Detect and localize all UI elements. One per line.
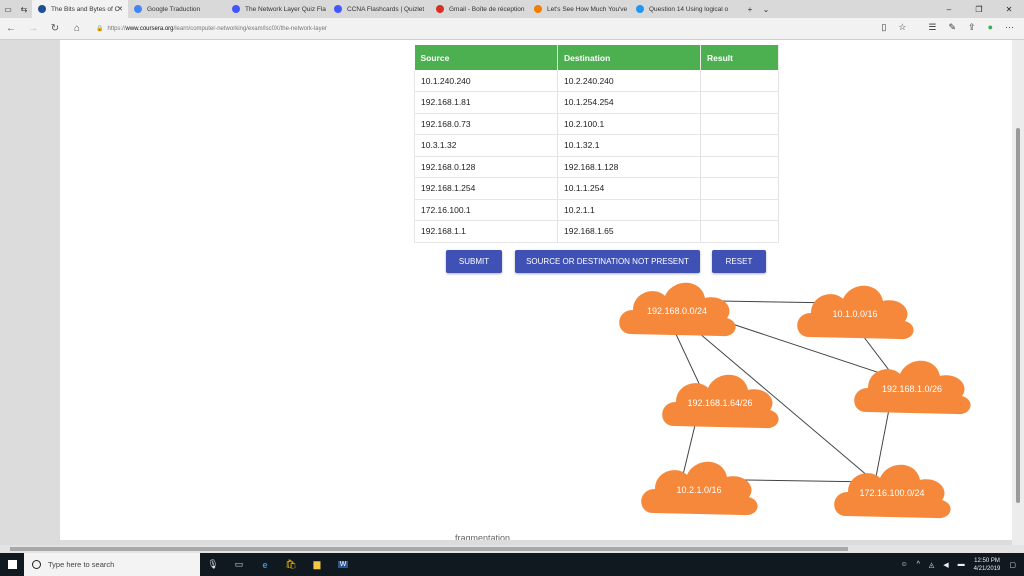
- network-diagram: 192.168.0.0/24 10.1.0.0/16 192.168.1.0/26 1…: [619, 282, 971, 519]
- set-aside-tabs-icon[interactable]: ▭: [0, 0, 16, 18]
- network-cloud-node[interactable]: 172.16.100.0/24: [834, 464, 951, 519]
- network-cloud-node[interactable]: 192.168.1.64/26: [662, 374, 779, 429]
- tab-favicon-icon: [232, 5, 240, 13]
- edge-icon[interactable]: e: [252, 553, 278, 576]
- reading-view-icon[interactable]: ▯: [881, 22, 886, 33]
- browser-toolbar-icons: ▯ ☆ ☰ ✎ ⇪ ● ···: [881, 22, 1014, 33]
- hscrollbar-thumb[interactable]: [10, 547, 848, 551]
- new-tab-button[interactable]: +: [742, 0, 758, 18]
- tab-preview-icon[interactable]: ⇆: [16, 0, 32, 18]
- network-cloud-node[interactable]: 192.168.0.0/24: [619, 282, 736, 337]
- action-center-icon[interactable]: ▢: [1009, 561, 1016, 569]
- vertical-scrollbar[interactable]: [1012, 40, 1024, 545]
- tab-title: The Bits and Bytes of C: [51, 5, 120, 13]
- cortana-icon: [32, 560, 41, 569]
- tab-favicon-icon: [38, 5, 46, 13]
- browser-tab[interactable]: Google Traduction: [128, 0, 226, 18]
- url-host: www.coursera.org: [125, 25, 174, 32]
- tab-favicon-icon: [334, 5, 342, 13]
- tab-favicon-icon: [134, 5, 142, 13]
- microphone-icon[interactable]: 🎙: [200, 553, 226, 576]
- horizontal-scrollbar[interactable]: [0, 545, 1024, 553]
- tab-title: Let's See How Much You've: [547, 5, 628, 13]
- scrollbar-thumb[interactable]: [1016, 128, 1020, 503]
- browser-tab[interactable]: The Network Layer Quiz Fla: [226, 0, 328, 18]
- store-icon[interactable]: 🛍: [278, 553, 304, 576]
- window-controls: – ❐ ✕: [934, 5, 1024, 14]
- people-icon[interactable]: ☺: [900, 561, 907, 568]
- network-icon[interactable]: ◬: [929, 561, 934, 569]
- clock-time: 12:50 PM: [974, 557, 1000, 564]
- search-placeholder: Type here to search: [48, 560, 115, 569]
- close-window-button[interactable]: ✕: [994, 5, 1024, 14]
- favorites-hub-icon[interactable]: ☰: [928, 22, 936, 33]
- network-clouds: 192.168.0.0/24 10.1.0.0/16 192.168.1.0/26 1…: [619, 282, 971, 519]
- network-cloud-node[interactable]: 192.168.1.0/26: [854, 360, 971, 415]
- clock[interactable]: 12:50 PM 4/21/2019: [974, 557, 1001, 573]
- volume-icon[interactable]: ◀: [943, 561, 948, 569]
- extension-icon[interactable]: ●: [988, 22, 993, 33]
- browser-tab-bar: ▭ ⇆ The Bits and Bytes of C ✕ Google Tradu…: [0, 0, 1024, 18]
- cloud-label: 192.168.0.0/24: [647, 306, 707, 316]
- cloud-label: 192.168.1.64/26: [687, 398, 752, 408]
- browser-tab[interactable]: Question 14 Using logical o: [630, 0, 742, 18]
- tab-list-chevron-icon[interactable]: ⌄: [758, 0, 774, 18]
- address-bar: ← → ↻ ⌂ 🔒 https://www.coursera.org/learn…: [0, 18, 1024, 40]
- page-content: Source Destination Result 10.1.240.240 10…: [60, 40, 1012, 540]
- tab-title: Google Traduction: [147, 5, 201, 13]
- minimize-button[interactable]: –: [934, 5, 964, 14]
- word-icon[interactable]: W: [330, 553, 356, 576]
- home-button[interactable]: ⌂: [66, 23, 88, 34]
- share-icon[interactable]: ⇪: [968, 22, 976, 33]
- windows-taskbar: Type here to search 🎙 ▭ e 🛍 ▆ W ☺ ^ ◬ ◀ …: [0, 553, 1024, 576]
- battery-icon[interactable]: ▬: [958, 561, 965, 568]
- favorite-star-icon[interactable]: ☆: [898, 22, 906, 33]
- cloud-label: 172.16.100.0/24: [859, 488, 924, 498]
- tabs-list: The Bits and Bytes of C ✕ Google Traductio…: [32, 0, 742, 18]
- cloud-label: 10.2.1.0/16: [676, 485, 721, 495]
- close-tab-icon[interactable]: ✕: [117, 5, 123, 13]
- network-cloud-node[interactable]: 10.1.0.0/16: [797, 285, 914, 340]
- browser-tab[interactable]: Gmail - Boîte de réception: [430, 0, 528, 18]
- taskbar-search-box[interactable]: Type here to search: [24, 553, 200, 576]
- back-button[interactable]: ←: [0, 23, 22, 34]
- show-hidden-icons-chevron[interactable]: ^: [917, 561, 920, 568]
- tab-title: The Network Layer Quiz Fla: [245, 5, 326, 13]
- lock-icon: 🔒: [96, 26, 104, 32]
- refresh-button[interactable]: ↻: [44, 23, 66, 34]
- clock-date: 4/21/2019: [973, 565, 1001, 572]
- system-tray: ☺ ^ ◬ ◀ ▬ 12:50 PM 4/21/2019 ▢: [900, 557, 1024, 573]
- cloud-label: 192.168.1.0/26: [882, 384, 942, 394]
- tab-favicon-icon: [636, 5, 644, 13]
- windows-logo-icon: [7, 560, 17, 569]
- tab-favicon-icon: [436, 5, 444, 13]
- more-menu-icon[interactable]: ···: [1005, 22, 1014, 33]
- browser-tab[interactable]: Let's See How Much You've: [528, 0, 630, 18]
- below-fold-text: fragmentation: [455, 533, 511, 540]
- url-prefix: https://: [107, 25, 126, 32]
- url-path: /learn/computer-networking/exam/lsc0X/th…: [173, 25, 327, 32]
- browser-tab[interactable]: The Bits and Bytes of C ✕: [32, 0, 128, 18]
- tab-favicon-icon: [534, 5, 542, 13]
- start-button[interactable]: [0, 553, 24, 576]
- notes-pen-icon[interactable]: ✎: [948, 22, 956, 33]
- url-field[interactable]: 🔒 https://www.coursera.org/learn/compute…: [96, 25, 327, 33]
- browser-tab[interactable]: CCNA Flashcards | Quizlet: [328, 0, 430, 18]
- restore-button[interactable]: ❐: [964, 5, 994, 14]
- cloud-label: 10.1.0.0/16: [832, 309, 877, 319]
- forward-button[interactable]: →: [22, 23, 44, 34]
- tab-title: Gmail - Boîte de réception: [449, 5, 525, 13]
- task-view-icon[interactable]: ▭: [226, 553, 252, 576]
- file-explorer-icon[interactable]: ▆: [304, 553, 330, 576]
- tab-title: Question 14 Using logical o: [649, 5, 729, 13]
- tab-title: CCNA Flashcards | Quizlet: [347, 5, 425, 13]
- network-cloud-node[interactable]: 10.2.1.0/16: [641, 461, 758, 516]
